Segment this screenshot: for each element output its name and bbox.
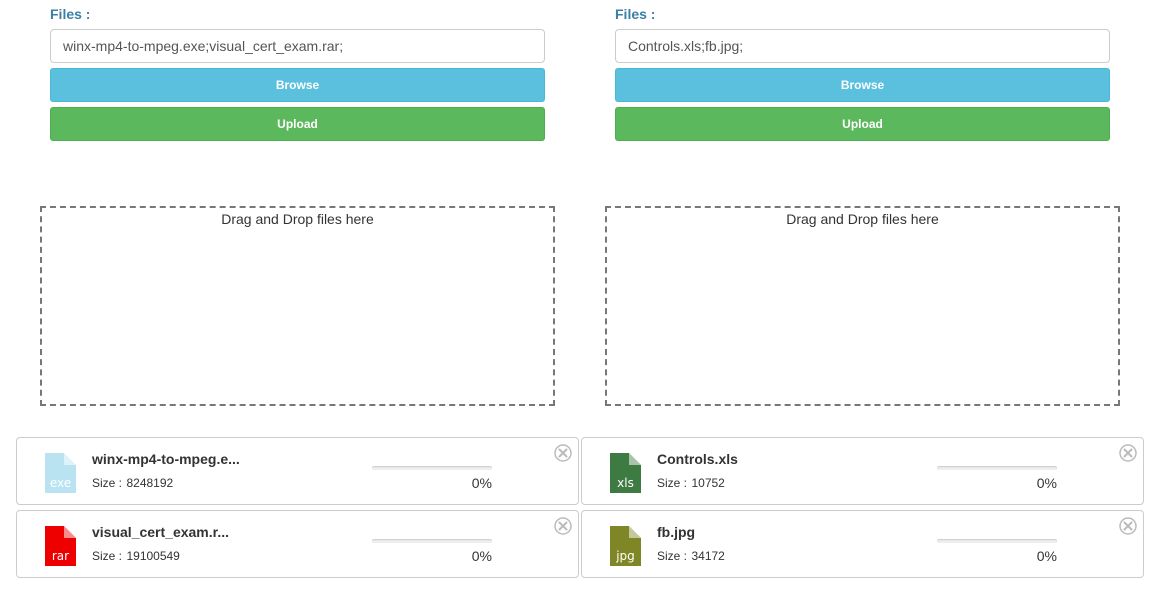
rar-file-icon: rar [45,526,76,566]
files-input[interactable] [50,29,545,63]
file-extension: jpg [616,549,635,563]
jpg-file-icon: jpg [610,526,641,566]
progress-bar [937,539,1057,543]
drop-zone-text: Drag and Drop files here [786,211,939,227]
file-size-label: Size : [92,476,123,490]
progress-bar [937,466,1057,470]
file-size-label: Size : [657,549,688,563]
file-card: exe winx-mp4-to-mpeg.e... Size : 8248192 0% [16,437,579,505]
file-size: Size : 10752 [657,474,725,492]
progress-bar [372,539,492,543]
exe-file-icon: exe [45,453,76,493]
remove-file-icon[interactable] [1119,444,1137,462]
file-size-value: 19100549 [126,549,180,563]
progress-percent: 0% [1036,475,1057,491]
remove-file-icon[interactable] [554,517,572,535]
file-size-label: Size : [657,476,688,490]
file-size: Size : 19100549 [92,547,180,565]
file-extension: exe [49,476,72,490]
xls-file-icon: xls [610,453,641,493]
file-card: jpg fb.jpg Size : 34172 0% [581,510,1144,578]
drop-zone-left[interactable]: Drag and Drop files here [40,206,555,406]
remove-file-icon[interactable] [1119,517,1137,535]
files-label: Files : [615,6,656,22]
progress-percent: 0% [471,548,492,564]
file-size-value: 34172 [691,549,725,563]
files-input[interactable] [615,29,1110,63]
file-size-value: 8248192 [126,476,174,490]
browse-button[interactable]: Browse [615,68,1110,102]
remove-file-icon[interactable] [554,444,572,462]
file-name: winx-mp4-to-mpeg.e... [92,451,240,467]
file-size: Size : 34172 [657,547,725,565]
file-extension: rar [51,549,70,563]
files-label: Files : [50,6,91,22]
file-size-label: Size : [92,549,123,563]
file-size: Size : 8248192 [92,474,173,492]
file-name: fb.jpg [657,524,696,540]
file-name: Controls.xls [657,451,738,467]
file-size-value: 10752 [691,476,725,490]
browse-button[interactable]: Browse [50,68,545,102]
file-name: visual_cert_exam.r... [92,524,229,540]
progress-bar [372,466,492,470]
drop-zone-right[interactable]: Drag and Drop files here [605,206,1120,406]
drop-zone-text: Drag and Drop files here [221,211,374,227]
progress-percent: 0% [471,475,492,491]
file-card: rar visual_cert_exam.r... Size : 19100549 0… [16,510,579,578]
progress-percent: 0% [1036,548,1057,564]
upload-button[interactable]: Upload [615,107,1110,141]
file-extension: xls [617,476,634,490]
file-card: xls Controls.xls Size : 10752 0% [581,437,1144,505]
upload-button[interactable]: Upload [50,107,545,141]
